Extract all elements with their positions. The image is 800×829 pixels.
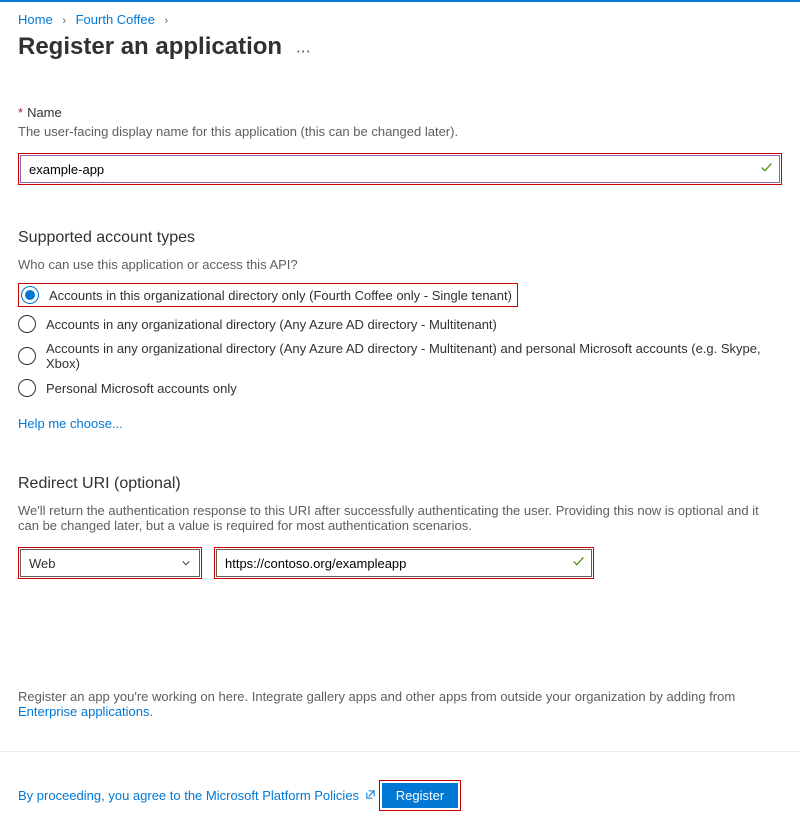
- radio-icon: [18, 379, 36, 397]
- name-label: * Name: [18, 105, 782, 120]
- required-star: *: [18, 105, 23, 120]
- register-button-highlight: Register: [379, 780, 461, 811]
- name-help: The user-facing display name for this ap…: [18, 124, 782, 139]
- chevron-right-icon: ›: [62, 15, 66, 27]
- footer: By proceeding, you agree to the Microsof…: [0, 752, 800, 829]
- radio-icon: [18, 315, 36, 333]
- radio-label: Accounts in this organizational director…: [49, 288, 512, 303]
- platform-select[interactable]: Web: [20, 549, 200, 577]
- radio-option-single-tenant[interactable]: Accounts in this organizational director…: [18, 282, 782, 308]
- policy-text: By proceeding, you agree to the Microsof…: [18, 788, 359, 803]
- name-section: * Name The user-facing display name for t…: [18, 105, 782, 185]
- page-container: Home › Fourth Coffee › Register an appli…: [0, 2, 800, 737]
- register-button[interactable]: Register: [382, 783, 458, 808]
- radio-icon: [21, 286, 39, 304]
- redirect-uri-highlight: [214, 547, 594, 579]
- platform-select-highlight: Web: [18, 547, 202, 579]
- chevron-right-icon: ›: [165, 15, 169, 27]
- name-input[interactable]: [20, 155, 780, 183]
- external-link-icon: [365, 791, 379, 803]
- redirect-section: Redirect URI (optional) We'll return the…: [18, 475, 782, 579]
- bottom-note-text: Register an app you're working on here. …: [18, 689, 735, 704]
- platform-select-value: Web: [29, 556, 56, 571]
- redirect-uri-input[interactable]: [216, 549, 592, 577]
- account-types-section: Supported account types Who can use this…: [18, 229, 782, 431]
- radio-option-personal[interactable]: Personal Microsoft accounts only: [18, 378, 782, 398]
- enterprise-applications-link[interactable]: Enterprise applications: [18, 704, 150, 719]
- bottom-note: Register an app you're working on here. …: [18, 689, 782, 719]
- name-input-highlight: [18, 153, 782, 185]
- radio-label: Accounts in any organizational directory…: [46, 317, 497, 332]
- breadcrumb-home[interactable]: Home: [18, 12, 53, 27]
- redirect-row: Web: [18, 547, 782, 579]
- page-title: Register an application: [18, 33, 282, 61]
- account-types-radio-group: Accounts in this organizational director…: [18, 282, 782, 398]
- more-icon[interactable]: ⋯: [296, 43, 312, 60]
- account-types-heading: Supported account types: [18, 229, 782, 247]
- radio-icon: [18, 347, 36, 365]
- redirect-heading: Redirect URI (optional): [18, 475, 782, 493]
- radio-label: Accounts in any organizational directory…: [46, 341, 782, 371]
- name-label-text: Name: [27, 105, 62, 120]
- radio-highlight: Accounts in this organizational director…: [18, 283, 518, 307]
- radio-option-multitenant-personal[interactable]: Accounts in any organizational directory…: [18, 340, 782, 372]
- radio-option-multitenant[interactable]: Accounts in any organizational directory…: [18, 314, 782, 334]
- chevron-down-icon: [181, 556, 191, 571]
- breadcrumb: Home › Fourth Coffee ›: [18, 12, 782, 27]
- platform-policies-link[interactable]: By proceeding, you agree to the Microsof…: [18, 788, 379, 803]
- page-title-row: Register an application ⋯: [18, 33, 782, 61]
- breadcrumb-org[interactable]: Fourth Coffee: [76, 12, 155, 27]
- account-types-question: Who can use this application or access t…: [18, 257, 782, 272]
- redirect-help: We'll return the authentication response…: [18, 503, 782, 533]
- radio-label: Personal Microsoft accounts only: [46, 381, 237, 396]
- help-me-choose-link[interactable]: Help me choose...: [18, 416, 123, 431]
